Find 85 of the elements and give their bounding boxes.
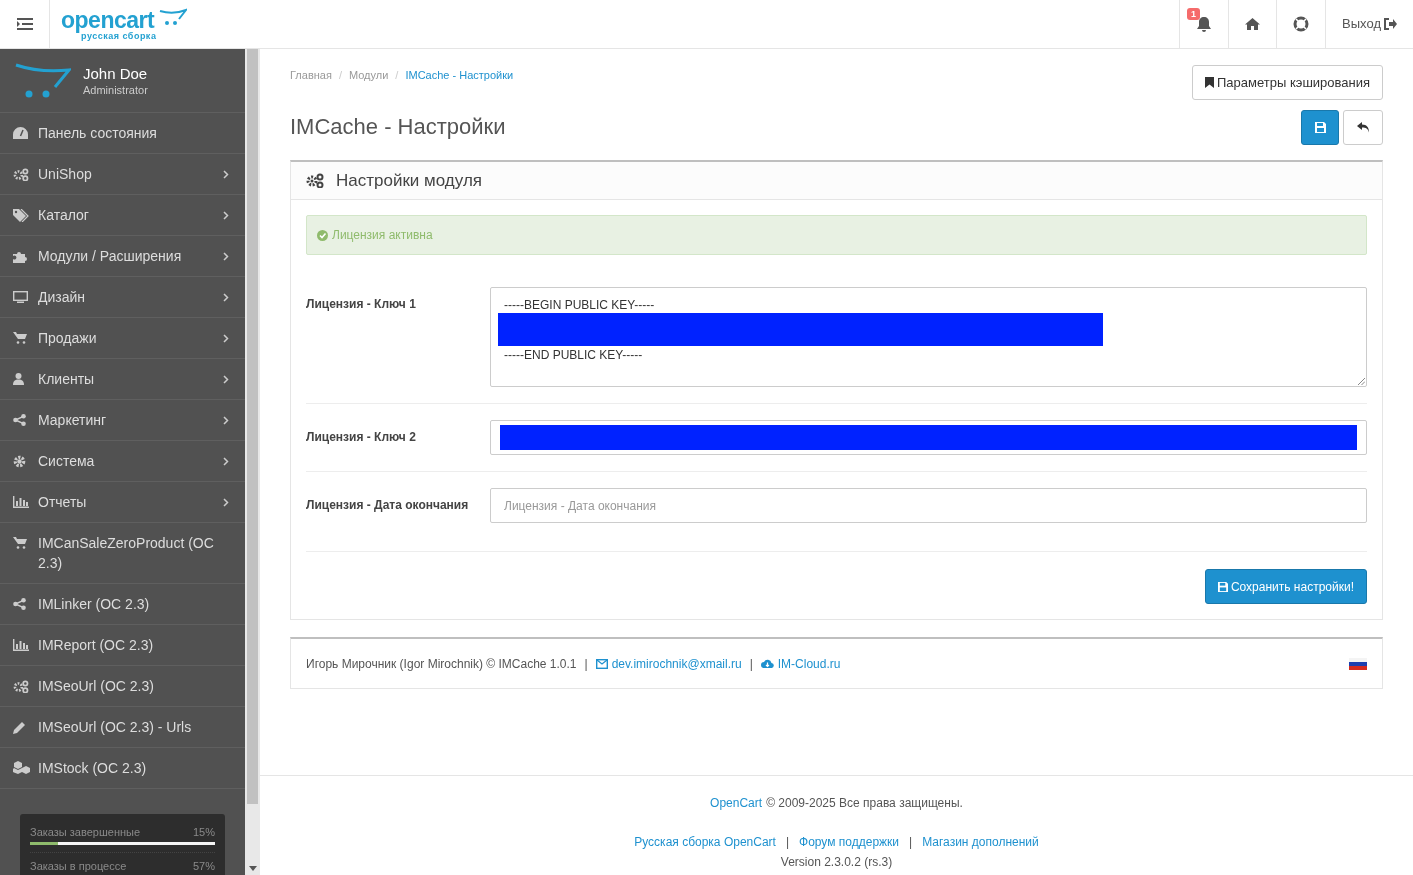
chevron-right-icon bbox=[223, 333, 229, 343]
chevron-right-icon bbox=[223, 210, 229, 220]
separator: | bbox=[584, 655, 588, 673]
cubes-icon bbox=[13, 761, 31, 775]
stat-label: Заказы в процессе bbox=[30, 859, 127, 873]
success-alert: Лицензия активна bbox=[306, 215, 1367, 255]
separator: | bbox=[785, 834, 790, 851]
monitor-icon bbox=[13, 291, 28, 303]
share-icon bbox=[13, 414, 26, 426]
footer-link[interactable]: Форум поддержки bbox=[799, 833, 900, 851]
lifebuoy-icon[interactable] bbox=[1293, 16, 1310, 32]
stat-value: 57% bbox=[192, 859, 215, 873]
breadcrumb-link[interactable]: IMCache - Настройки bbox=[405, 67, 514, 84]
cart-logo-icon bbox=[159, 7, 188, 27]
scroll-down-icon[interactable] bbox=[248, 866, 257, 871]
pencil-icon bbox=[13, 720, 26, 734]
bar-chart-icon bbox=[13, 639, 29, 651]
chevron-right-icon bbox=[223, 169, 229, 179]
user-name: John Doe bbox=[83, 64, 148, 83]
gears-icon bbox=[13, 167, 29, 181]
sidebar-item[interactable]: IMStock (OC 2.3) bbox=[0, 748, 245, 789]
opencart-link[interactable]: OpenCart bbox=[710, 794, 763, 812]
cache-settings-button[interactable]: Параметры кэширования bbox=[1192, 65, 1383, 100]
chevron-right-icon bbox=[223, 251, 229, 261]
menu-icon[interactable] bbox=[16, 18, 33, 30]
save-settings-button[interactable]: Сохранить настройки! bbox=[1204, 569, 1367, 604]
separator: | bbox=[749, 655, 753, 673]
field-label: Лицензия - Ключ 1 bbox=[306, 296, 417, 313]
bookmark-icon bbox=[1205, 77, 1214, 88]
user-role: Administrator bbox=[83, 82, 148, 97]
cart-icon bbox=[13, 332, 27, 344]
footer-link[interactable]: Магазин дополнений bbox=[922, 833, 1039, 851]
check-circle-icon bbox=[317, 229, 328, 241]
scrollbar-thumb[interactable] bbox=[247, 49, 258, 804]
email-link[interactable]: dev.imirochnik@xmail.ru bbox=[595, 654, 742, 673]
textarea-field[interactable]: -----BEGIN PUBLIC KEY----- -----END PUBLIC KEY----- bbox=[490, 287, 1367, 387]
breadcrumb-link[interactable]: Модули bbox=[348, 67, 389, 84]
save-button[interactable] bbox=[1301, 110, 1339, 145]
breadcrumb-separator: / bbox=[337, 68, 343, 83]
field-label: Лицензия - Ключ 2 bbox=[306, 429, 417, 446]
chevron-right-icon bbox=[223, 497, 229, 507]
back-button[interactable] bbox=[1343, 110, 1383, 145]
user-icon bbox=[13, 373, 24, 385]
author-credit: Игорь Мирочник (Igor Mirochnik) © IMCache 1.0.1 bbox=[306, 655, 577, 673]
gear-icon bbox=[13, 454, 26, 468]
resize-grip-icon[interactable] bbox=[1358, 378, 1365, 385]
site-link[interactable]: IM-Cloud.ru bbox=[760, 654, 841, 673]
bar-chart-icon bbox=[13, 496, 29, 508]
gears-icon bbox=[13, 679, 29, 693]
sidebar-item[interactable]: Модули / Расширения bbox=[0, 236, 245, 277]
separator: | bbox=[909, 834, 913, 851]
logout-link[interactable]: Выход bbox=[1325, 0, 1413, 48]
dashboard-icon bbox=[13, 127, 28, 139]
page-title: IMCache - Настройки bbox=[290, 112, 507, 141]
russian-flag-icon[interactable] bbox=[1349, 657, 1367, 670]
puzzle-piece-icon bbox=[13, 249, 27, 263]
notification-bell-icon[interactable] bbox=[1197, 16, 1212, 32]
sidebar-item[interactable]: Панель состояния bbox=[0, 113, 245, 154]
chevron-right-icon bbox=[223, 456, 229, 466]
home-icon[interactable] bbox=[1245, 18, 1261, 30]
sidebar-item[interactable]: Каталог bbox=[0, 195, 245, 236]
undo-arrow-icon bbox=[1356, 122, 1370, 133]
logout-icon bbox=[1384, 18, 1397, 30]
chevron-right-icon bbox=[223, 415, 229, 425]
cloud-download-icon bbox=[760, 659, 774, 668]
footer-link[interactable]: Русская сборка OpenCart bbox=[634, 833, 776, 851]
envelope-icon bbox=[595, 658, 608, 669]
text-field[interactable]: Лицензия - Дата окончания bbox=[490, 488, 1367, 523]
tags-icon bbox=[13, 208, 29, 222]
cart-icon bbox=[13, 537, 27, 549]
stat-label: Заказы завершенные bbox=[30, 825, 141, 839]
chevron-right-icon bbox=[223, 292, 229, 302]
gears-icon bbox=[306, 173, 324, 188]
text-field[interactable] bbox=[490, 420, 1367, 455]
cart-logo-icon bbox=[15, 62, 71, 99]
logo-subtitle: русская сборка bbox=[81, 32, 157, 41]
stat-value: 15% bbox=[192, 825, 215, 839]
version-text: Version 2.3.0.2 (rs.3) bbox=[780, 854, 893, 871]
chevron-right-icon bbox=[223, 374, 229, 384]
field-label: Лицензия - Дата окончания bbox=[306, 497, 470, 514]
breadcrumb-separator: / bbox=[394, 68, 400, 83]
copyright-text: © 2009-2025 Все права защищены. bbox=[766, 795, 963, 812]
notification-count: 1 bbox=[1187, 8, 1201, 20]
share-icon bbox=[13, 598, 26, 610]
panel-title: Настройки модуля bbox=[336, 169, 483, 192]
